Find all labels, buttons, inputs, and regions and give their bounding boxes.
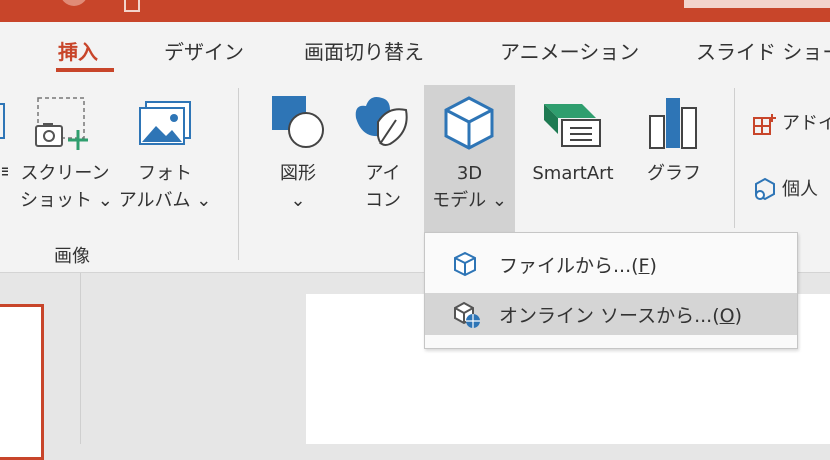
shapes-button[interactable]: 図形 ⌄ <box>262 160 334 214</box>
ribbon-tabs: 挿入 デザイン 画面切り替え アニメーション スライド ショー <box>0 22 830 80</box>
menu-item-from-online-source[interactable]: オンライン ソースから...(O) <box>425 293 797 335</box>
menu-item-from-file-label: ファイルから...(F) <box>499 255 657 277</box>
3d-model-dropdown-menu: ファイルから...(F) オンライン ソースから...(O) <box>424 232 798 349</box>
3d-model-label-1: 3D <box>456 163 483 184</box>
menu-item-from-file[interactable]: ファイルから...(F) <box>425 243 797 285</box>
group-separator <box>238 88 239 260</box>
tab-transitions[interactable]: 画面切り替え <box>304 36 424 65</box>
quick-access-icon[interactable] <box>60 0 88 6</box>
screenshot-button[interactable]: スクリーン ショット ⌄ <box>20 160 113 214</box>
title-bar <box>0 0 830 22</box>
personal-addins-button[interactable]: 個人 <box>782 176 818 203</box>
active-tab-indicator <box>56 68 114 72</box>
photo-album-icon[interactable] <box>136 96 196 148</box>
photo-album-button[interactable]: フォト アルバム ⌄ <box>116 160 214 214</box>
screenshot-label-1: スクリーン <box>20 163 110 184</box>
chart-label: グラフ <box>647 163 701 184</box>
screenshot-label-2: ショット ⌄ <box>20 190 113 211</box>
chart-icon[interactable] <box>646 94 702 152</box>
picture-button-label[interactable]: ≡ <box>0 158 8 185</box>
addins-label: アドイ <box>782 113 830 134</box>
tab-slideshow[interactable]: スライド ショー <box>696 36 830 65</box>
title-bar-right <box>684 0 830 8</box>
smartart-label: SmartArt <box>532 163 614 184</box>
menu-item-from-online-source-label: オンライン ソースから...(O) <box>499 305 743 327</box>
icons-label-1: アイ <box>365 163 401 184</box>
chart-button[interactable]: グラフ <box>640 160 708 187</box>
3d-model-label-2: モデル ⌄ <box>432 190 507 211</box>
photo-album-label-2: アルバム ⌄ <box>118 190 212 211</box>
personal-addins-icon[interactable] <box>752 176 778 202</box>
tab-insert[interactable]: 挿入 <box>58 36 98 65</box>
group-separator-2 <box>734 88 735 228</box>
addins-icon[interactable] <box>752 112 778 138</box>
smartart-icon[interactable] <box>542 100 604 150</box>
shapes-label-1: 図形 <box>280 163 316 184</box>
icons-label-2: コン <box>365 190 401 211</box>
slide-thumbnail[interactable] <box>0 304 44 460</box>
cube-icon[interactable] <box>440 94 498 152</box>
icons-button[interactable]: アイ コン <box>348 160 418 214</box>
addins-button[interactable]: アドイ <box>782 110 830 137</box>
images-group-label: 画像 <box>54 246 90 267</box>
shapes-icon[interactable] <box>270 92 330 150</box>
screenshot-icon[interactable] <box>34 96 94 154</box>
cube-globe-icon <box>454 301 480 328</box>
personal-addins-label: 個人 <box>782 179 818 200</box>
tab-animations[interactable]: アニメーション <box>500 36 639 65</box>
tab-design[interactable]: デザイン <box>164 36 244 65</box>
smartart-button[interactable]: SmartArt <box>516 160 630 187</box>
shapes-label-2: ⌄ <box>290 190 306 211</box>
picture-icon[interactable] <box>0 102 8 142</box>
3d-model-button[interactable]: 3D モデル ⌄ <box>424 160 515 214</box>
window-icon[interactable] <box>124 0 140 12</box>
photo-album-label-1: フォト <box>138 163 192 184</box>
bird-icon[interactable] <box>350 92 414 152</box>
cube-icon <box>454 251 476 277</box>
